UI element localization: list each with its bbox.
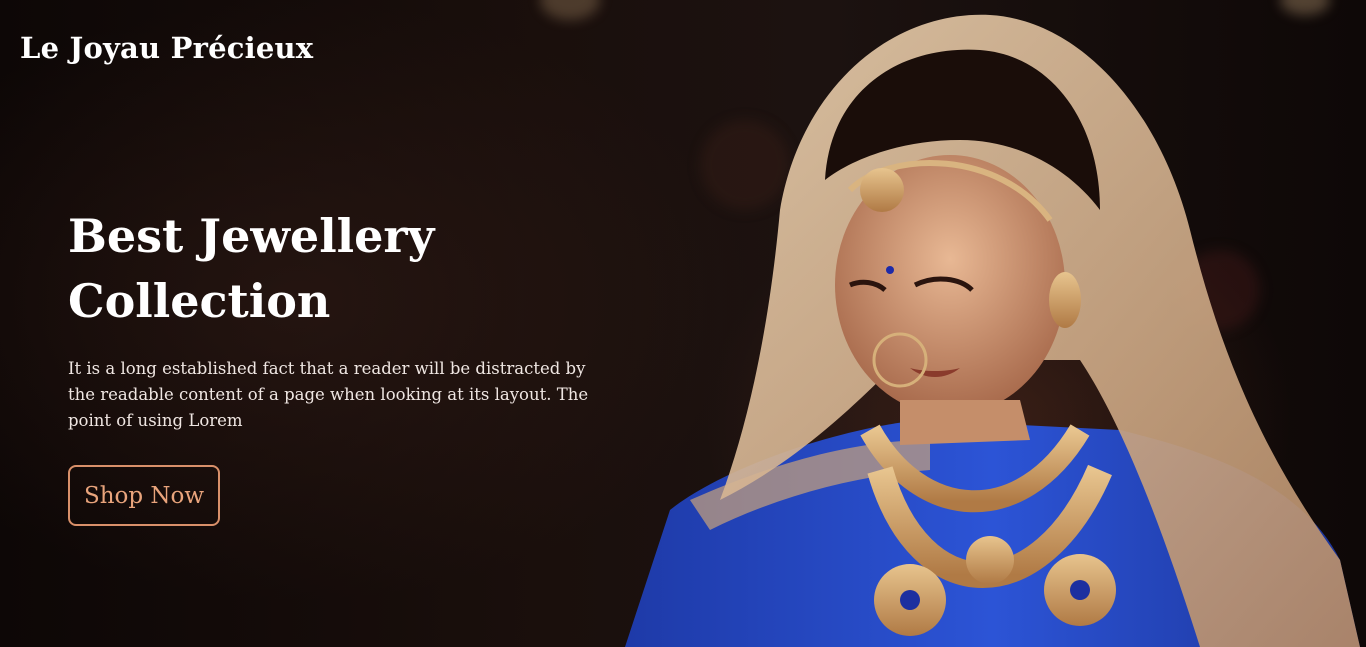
hero-title-line: Collection	[68, 274, 331, 328]
shop-now-button[interactable]: Shop Now	[68, 465, 220, 526]
hero-title: Best Jewellery Collection	[68, 204, 448, 334]
hero-title-line: Best Jewellery	[68, 209, 435, 263]
bokeh-light	[540, 0, 600, 20]
hero-description: It is a long established fact that a rea…	[68, 359, 589, 430]
hero-bride-image	[625, 14, 1360, 647]
brand-logo[interactable]: Le Joyau Précieux	[20, 31, 313, 65]
hero-content: Best Jewellery Collection It is a long e…	[68, 204, 628, 434]
